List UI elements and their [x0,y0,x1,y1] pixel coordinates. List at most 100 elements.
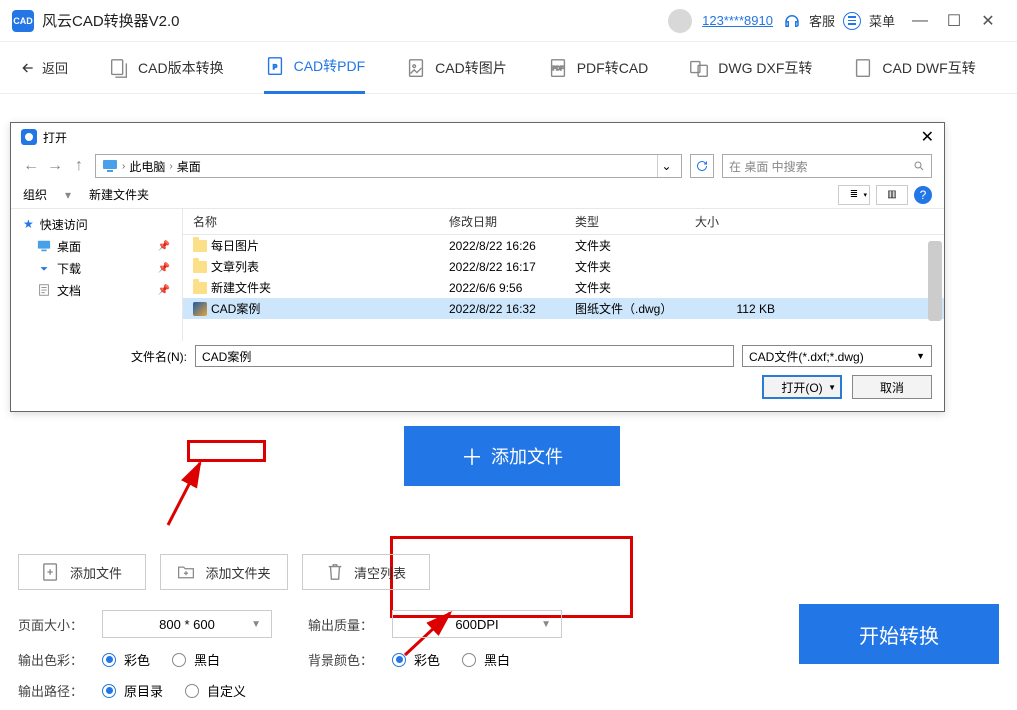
folder-icon [193,282,207,294]
nav-forward-button[interactable]: → [47,158,63,174]
close-button[interactable]: ✕ [971,4,1005,38]
crumb-dropdown-icon[interactable]: ⌄ [657,155,675,177]
pdf-cad-icon: PDF [547,57,569,79]
bg-radio-color[interactable] [392,653,406,667]
headset-icon [783,12,801,30]
help-button[interactable]: ? [914,186,932,204]
tab-dwg-dxf[interactable]: DWG DXF互转 [688,42,812,94]
filename-input[interactable] [195,345,734,367]
minimize-button[interactable]: — [903,4,937,38]
quality-select[interactable]: 600DPI▼ [392,610,562,638]
file-row[interactable]: 新建文件夹 2022/6/6 9:56 文件夹 [183,277,944,298]
monitor-icon [102,159,118,173]
svg-text:P: P [272,64,276,71]
tab-label: DWG DXF互转 [718,58,812,78]
path-radio-custom[interactable] [185,684,199,698]
scrollbar-thumb[interactable] [928,241,942,321]
doc-swap-icon [108,57,130,79]
sidebar-quick-access[interactable]: ★ 快速访问 [23,213,170,235]
color-radio-bw[interactable] [172,653,186,667]
clear-list-button[interactable]: 清空列表 [302,554,430,590]
newfolder-button[interactable]: 新建文件夹 [89,186,149,203]
file-plus-icon [42,562,60,582]
file-row-selected[interactable]: CAD案例 2022/8/22 16:32 图纸文件（.dwg） 112 KB [183,298,944,319]
path-label: 输出路径： [18,681,90,700]
hamburger-icon[interactable] [843,12,861,30]
tab-cad-version[interactable]: CAD版本转换 [108,42,224,94]
col-type[interactable]: 类型 [575,213,695,230]
preview-pane-button[interactable]: ▥ [876,185,908,205]
file-row[interactable]: 文章列表 2022/8/22 16:17 文件夹 [183,256,944,277]
app-logo-icon: CAD [12,10,34,32]
col-date[interactable]: 修改日期 [449,213,575,230]
title-bar: CAD 风云CAD转换器V2.0 123****8910 客服 菜单 — ☐ ✕ [0,0,1017,42]
color-label: 输出色彩： [18,650,90,669]
color-radio-color[interactable] [102,653,116,667]
sidebar-item-desktop[interactable]: 桌面📌 [23,235,170,257]
filename-label: 文件名(N): [131,348,187,365]
open-dialog: 打开 ✕ ← → ↑ › 此电脑 › 桌面 ⌄ 在 桌面 中搜索 组织 ▾ 新建… [10,122,945,412]
avatar-icon[interactable] [668,9,692,33]
organize-menu[interactable]: 组织 [23,186,47,203]
back-button[interactable]: 返回 [20,58,68,77]
tab-label: CAD转PDF [294,56,366,76]
nav-back-button[interactable]: ← [23,158,39,174]
crumb-loc1: 此电脑 [129,158,165,175]
view-mode-button[interactable]: ≣▾ [838,185,870,205]
cancel-button[interactable]: 取消 [852,375,932,399]
back-label: 返回 [42,58,68,77]
page-size-label: 页面大小： [18,615,90,634]
tab-label: CAD DWF互转 [882,58,975,78]
search-icon [913,160,925,172]
refresh-icon [696,160,708,172]
col-name[interactable]: 名称 [193,213,449,230]
add-file-big-button[interactable]: ＋ 添加文件 [404,426,620,486]
tab-label: CAD版本转换 [138,58,224,78]
tab-cad-image[interactable]: CAD转图片 [405,42,507,94]
dwg-icon [193,302,207,316]
col-size[interactable]: 大小 [695,213,785,230]
sidebar-item-downloads[interactable]: 下载📌 [23,257,170,279]
sidebar-item-documents[interactable]: 文档📌 [23,279,170,301]
support-link[interactable]: 客服 [809,11,835,30]
add-folder-button[interactable]: 添加文件夹 [160,554,288,590]
menu-link[interactable]: 菜单 [869,11,895,30]
app-title: 风云CAD转换器V2.0 [42,10,180,31]
nav-up-button[interactable]: ↑ [71,158,87,174]
cad-dwf-icon [852,57,874,79]
folder-icon [193,240,207,252]
bottom-actions: 添加文件 添加文件夹 清空列表 [18,554,430,590]
file-row[interactable]: 每日图片 2022/8/22 16:26 文件夹 [183,235,944,256]
dialog-title: 打开 [43,129,67,146]
maximize-button[interactable]: ☐ [937,4,971,38]
tab-label: PDF转CAD [577,58,649,78]
quality-label: 输出质量： [308,615,380,634]
file-list-area: 名称 修改日期 类型 大小 每日图片 2022/8/22 16:26 文件夹 文… [183,209,944,341]
tab-pdf-cad[interactable]: PDF PDF转CAD [547,42,649,94]
doc-pdf-icon: P [264,55,286,77]
filetype-select[interactable]: CAD文件(*.dxf;*.dwg)▼ [742,345,932,367]
doc-image-icon [405,57,427,79]
user-link[interactable]: 123****8910 [702,13,773,28]
start-convert-button[interactable]: 开始转换 [799,604,999,664]
arrow-icon [158,455,208,535]
add-file-button[interactable]: 添加文件 [18,554,146,590]
search-input[interactable]: 在 桌面 中搜索 [722,154,932,178]
search-placeholder: 在 桌面 中搜索 [729,158,808,175]
dialog-close-button[interactable]: ✕ [921,127,934,147]
page-size-select[interactable]: 800 * 600▼ [102,610,272,638]
download-icon [37,261,51,275]
bg-label: 背景颜色： [308,650,380,669]
open-button[interactable]: 打开(O)▼ [762,375,842,399]
star-icon: ★ [23,217,34,231]
tab-bar: 返回 CAD版本转换 P CAD转PDF CAD转图片 PDF PDF转CAD … [0,42,1017,94]
tab-cad-pdf[interactable]: P CAD转PDF [264,42,366,94]
refresh-button[interactable] [690,154,714,178]
bg-radio-bw[interactable] [462,653,476,667]
tab-cad-dwf[interactable]: CAD DWF互转 [852,42,975,94]
pin-icon: 📌 [158,241,170,252]
breadcrumb[interactable]: › 此电脑 › 桌面 ⌄ [95,154,682,178]
tab-label: CAD转图片 [435,58,507,78]
path-radio-original[interactable] [102,684,116,698]
dialog-sidebar: ★ 快速访问 桌面📌 下载📌 文档📌 [11,209,183,341]
